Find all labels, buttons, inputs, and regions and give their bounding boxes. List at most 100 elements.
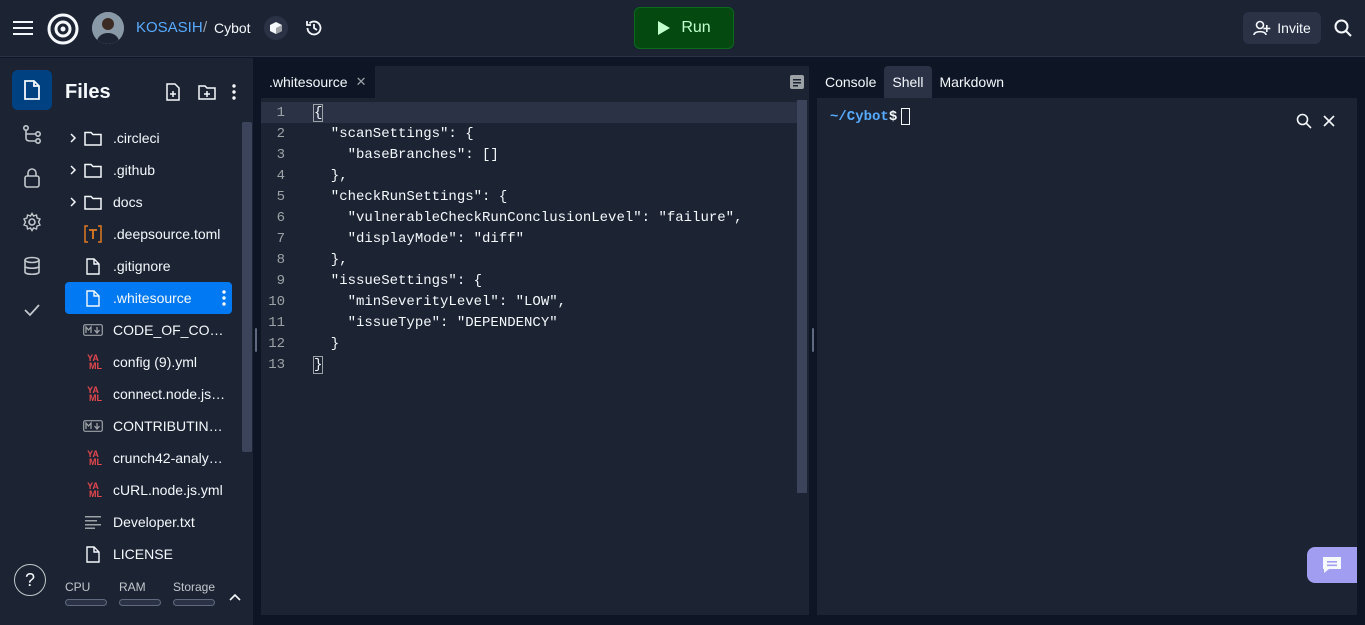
resource-usage[interactable]: CPU RAM Storage: [57, 572, 253, 625]
editor-tab[interactable]: .whitesource ✕: [261, 66, 375, 98]
files-tool-button[interactable]: [12, 70, 52, 110]
line-number: 7: [276, 230, 285, 247]
panel-resize-handle[interactable]: [812, 328, 814, 352]
tree-item-contributing[interactable]: CONTRIBUTING.md: [65, 410, 232, 442]
owner-link[interactable]: KOSASIH: [136, 19, 203, 36]
line-number: 10: [268, 293, 285, 310]
language-icon[interactable]: [264, 16, 288, 40]
history-icon[interactable]: [302, 16, 326, 40]
tree-item-license[interactable]: LICENSE: [65, 538, 232, 570]
markdown-file-icon: [83, 410, 103, 442]
lock-icon: [24, 168, 40, 188]
line-number: 2: [276, 125, 285, 142]
tree-item-whitesource[interactable]: .whitesource: [65, 282, 232, 314]
tree-item-label: config (9).yml: [113, 354, 198, 370]
folder-icon: [83, 154, 103, 186]
question-icon: ?: [24, 569, 35, 590]
editor-scrollbar[interactable]: [797, 100, 807, 493]
tree-item-docs[interactable]: docs: [65, 186, 232, 218]
new-folder-icon[interactable]: [196, 82, 218, 102]
close-icon[interactable]: [1319, 111, 1339, 131]
tree-item-code-of-conduct[interactable]: CODE_OF_CONDUCT.md: [65, 314, 232, 346]
check-icon: [24, 304, 40, 317]
database-tool-button[interactable]: [12, 246, 52, 286]
feedback-chat-button[interactable]: [1307, 547, 1357, 583]
replit-logo-icon[interactable]: [46, 12, 80, 46]
git-tool-button[interactable]: [12, 114, 52, 154]
code-line: 12 }: [261, 333, 797, 354]
code-text: "scanSettings": {: [314, 125, 474, 142]
prompt-path: ~/Cybot: [830, 108, 889, 125]
line-number: 1: [276, 104, 285, 121]
cpu-meter: [65, 599, 107, 606]
code-line: 6 "vulnerableCheckRunConclusionLevel": "…: [261, 207, 797, 228]
tool-rail: ?: [0, 58, 57, 625]
tab-console[interactable]: Console: [817, 66, 884, 98]
line-number: 12: [268, 335, 285, 352]
avatar[interactable]: [92, 12, 124, 44]
ram-label: RAM: [119, 580, 146, 594]
file-icon: [83, 538, 103, 570]
line-number: 11: [268, 314, 285, 331]
gear-icon: [23, 212, 41, 232]
chevron-right-icon[interactable]: [67, 154, 79, 186]
tab-markdown[interactable]: Markdown: [932, 66, 1013, 98]
search-icon[interactable]: [1331, 16, 1355, 40]
shell-terminal[interactable]: ~/Cybot $: [817, 98, 1357, 615]
code-line: 2 "scanSettings": {: [261, 123, 797, 144]
tree-item-label: crunch42-analysis.yml: [113, 450, 228, 466]
outline-icon[interactable]: [788, 73, 806, 91]
help-button[interactable]: ?: [14, 564, 46, 596]
settings-tool-button[interactable]: [12, 202, 52, 242]
shell-prompt: ~/Cybot $: [830, 108, 911, 125]
tests-tool-button[interactable]: [12, 290, 52, 330]
code-editor[interactable]: 1{ 2 "scanSettings": { 3 "baseBranches":…: [261, 100, 809, 615]
file-icon: [83, 250, 103, 282]
tree-item-label: .gitignore: [113, 258, 171, 274]
code-text: "checkRunSettings": {: [314, 188, 508, 205]
folder-icon: [83, 122, 103, 154]
toml-file-icon: [83, 218, 103, 250]
add-user-icon: [1253, 20, 1271, 36]
tree-item-deepsource-toml[interactable]: .deepsource.toml: [65, 218, 232, 250]
tree-item-crunch42-analysis[interactable]: YAML crunch42-analysis.yml: [65, 442, 232, 474]
line-number: 4: [276, 167, 285, 184]
code-text: "minSeverityLevel": "LOW",: [314, 293, 567, 310]
chat-icon: [1323, 557, 1341, 573]
play-icon: [658, 21, 671, 35]
menu-icon[interactable]: [10, 16, 36, 40]
tree-item-gitignore[interactable]: .gitignore: [65, 250, 232, 282]
secrets-tool-button[interactable]: [12, 158, 52, 198]
close-icon[interactable]: ✕: [356, 74, 367, 90]
tree-item-curl-node-js-yml[interactable]: YA ML cURL.node.js.yml: [65, 474, 232, 506]
more-options-icon[interactable]: [225, 82, 243, 102]
files-panel: Files .circleci .github docs .deepsource…: [57, 58, 253, 625]
run-button[interactable]: Run: [634, 7, 734, 49]
tree-item-developer-txt[interactable]: Developer.txt: [65, 506, 232, 538]
tree-item-connect-node-js-yml[interactable]: YA ML connect.node.js.yml: [65, 378, 232, 410]
item-menu-icon[interactable]: [222, 290, 226, 309]
repl-name[interactable]: Cybot: [214, 20, 251, 36]
chevron-up-icon[interactable]: [229, 588, 241, 606]
line-number: 6: [276, 209, 285, 226]
code-line: 7 "displayMode": "diff": [261, 228, 797, 249]
tree-item-label: CONTRIBUTING.md: [113, 418, 228, 434]
chevron-right-icon[interactable]: [67, 122, 79, 154]
line-number: 13: [268, 356, 285, 373]
tree-item-circleci[interactable]: .circleci: [65, 122, 232, 154]
search-icon[interactable]: [1294, 111, 1314, 131]
top-bar: KOSASIH / Cybot Run Invite: [0, 0, 1365, 57]
chevron-right-icon[interactable]: [67, 186, 79, 218]
invite-button[interactable]: Invite: [1243, 12, 1321, 44]
tab-shell[interactable]: Shell: [884, 66, 932, 98]
tree-item-config-9-yml[interactable]: YA ML config (9).yml: [65, 346, 232, 378]
terminal-cursor: [901, 108, 911, 125]
new-file-icon[interactable]: [163, 82, 183, 102]
tree-item-label: .whitesource: [113, 290, 192, 306]
cpu-label: CPU: [65, 580, 91, 594]
code-text: },: [314, 251, 348, 268]
tree-item-label: cURL.node.js.yml: [113, 482, 223, 498]
code-text: },: [314, 167, 348, 184]
tree-item-github[interactable]: .github: [65, 154, 232, 186]
code-text: }: [312, 355, 324, 374]
